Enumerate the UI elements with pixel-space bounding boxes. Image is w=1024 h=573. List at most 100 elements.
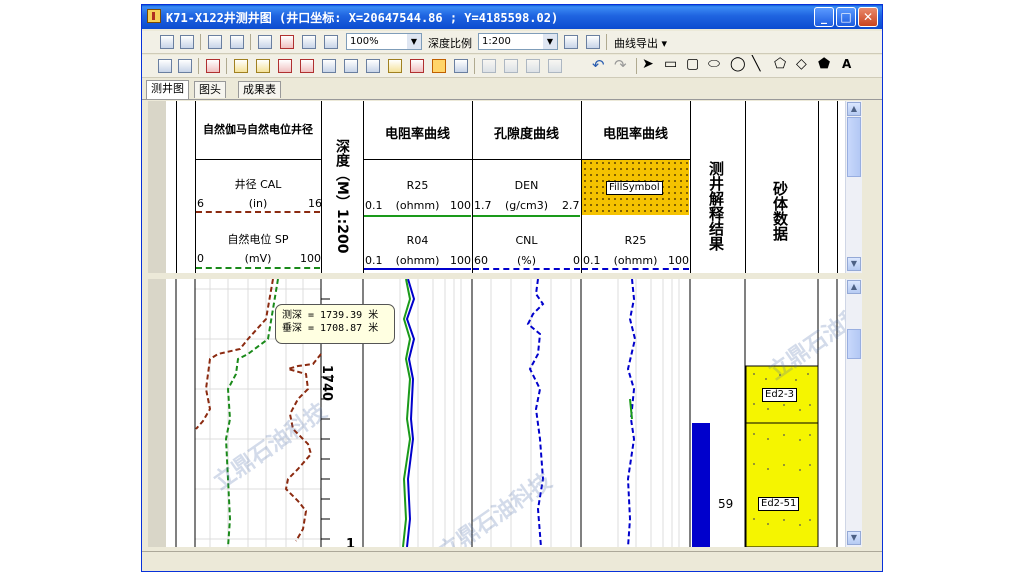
sp-name: 自然电位 SP <box>227 233 289 246</box>
toolbar-separator <box>200 34 201 50</box>
cal-unit: (in) <box>248 197 268 210</box>
header-scrollbar[interactable]: ▲ ▼ <box>845 101 862 273</box>
pointer-icon[interactable]: ➤ <box>642 56 654 72</box>
copy-icon[interactable] <box>504 59 518 73</box>
table-icon[interactable] <box>178 59 192 73</box>
scroll-thumb[interactable] <box>847 329 861 359</box>
print-preview-icon[interactable] <box>208 35 222 49</box>
paste-icon[interactable] <box>526 59 540 73</box>
curve-shape-icon[interactable]: ◇ <box>796 56 807 72</box>
fit-page-icon[interactable] <box>324 35 338 49</box>
tab-header[interactable]: 图头 <box>194 81 226 98</box>
track7-title: 砂体数据 <box>771 181 789 241</box>
undo-icon[interactable]: ↶ <box>592 56 605 74</box>
cut-icon[interactable] <box>482 59 496 73</box>
insert-track-icon[interactable] <box>280 35 294 49</box>
curve-export-menu[interactable]: 曲线导出 ▾ <box>614 35 667 51</box>
interp-value: 59 <box>718 497 734 511</box>
r25b-max: 100 <box>668 254 689 267</box>
chart-icon[interactable] <box>564 35 578 49</box>
scroll-up-icon[interactable]: ▲ <box>847 102 861 116</box>
body-scrollbar[interactable]: ▲ ▼ <box>845 279 862 547</box>
tooltip-measured-depth: 测深 = 1739.39 米 <box>282 310 379 321</box>
curve-track-icon[interactable] <box>234 59 248 73</box>
r25-legend-line <box>364 215 471 217</box>
track4-title: 孔隙度曲线 <box>493 127 559 142</box>
toolbar-separator <box>474 58 475 74</box>
minimize-button[interactable]: _ <box>814 7 834 27</box>
polygon-icon[interactable]: ⬠ <box>774 56 786 72</box>
maximize-button[interactable]: □ <box>836 7 856 27</box>
line-icon[interactable]: ╲ <box>752 56 760 72</box>
cal-legend-line <box>196 211 320 213</box>
text-icon[interactable]: A <box>842 57 851 71</box>
window-title: K71-X122井测井图 (井口坐标: X=20647544.86 ; Y=41… <box>166 11 559 25</box>
cal-name: 井径 CAL <box>234 178 282 191</box>
den-max: 2.7 <box>562 199 580 212</box>
fill-symbol-label: FillSymbol <box>606 181 663 195</box>
toolbar-separator <box>636 58 637 74</box>
lith-track-icon[interactable] <box>278 59 292 73</box>
sand-label-1: Ed2-3 <box>762 388 797 402</box>
toolbar-separator <box>226 58 227 74</box>
scroll-thumb[interactable] <box>847 117 861 177</box>
move-icon[interactable] <box>302 35 316 49</box>
ellipse-icon[interactable]: ⬭ <box>708 56 720 72</box>
zoom-value: 100% <box>350 36 379 47</box>
r25b-legend-line <box>582 268 689 270</box>
chevron-down-icon: ▼ <box>543 34 557 49</box>
zoom-select[interactable]: 100% ▼ <box>346 33 422 50</box>
depth-mark-partial: 1 <box>346 537 356 547</box>
close-button[interactable]: ✕ <box>858 7 878 27</box>
delete-icon[interactable] <box>548 59 562 73</box>
scroll-down-icon[interactable]: ▼ <box>847 257 861 271</box>
track3-title: 电阻率曲线 <box>384 127 450 142</box>
scroll-down-icon[interactable]: ▼ <box>847 531 861 545</box>
redo-icon[interactable]: ↷ <box>614 56 627 74</box>
r04-max: 100 <box>450 254 471 267</box>
left-gutter <box>148 101 166 273</box>
camera-icon[interactable] <box>160 35 174 49</box>
tooltip-vertical-depth: 垂深 = 1708.87 米 <box>282 323 379 334</box>
screen-capture-icon[interactable] <box>180 35 194 49</box>
rounded-rect-icon[interactable]: ▢ <box>686 56 699 72</box>
depth-scale-select[interactable]: 1:200 ▼ <box>478 33 558 50</box>
image-track-icon[interactable] <box>322 59 336 73</box>
title-bar[interactable]: K71-X122井测井图 (井口坐标: X=20647544.86 ; Y=41… <box>142 5 882 29</box>
freeform-icon[interactable]: ⬟ <box>818 56 830 72</box>
chevron-down-icon: ▼ <box>407 34 421 49</box>
tab-log-chart[interactable]: 测井图 <box>146 80 189 99</box>
interp-bar <box>692 423 710 547</box>
r25-name: R25 <box>406 179 429 192</box>
grid-icon[interactable] <box>158 59 172 73</box>
select-tool-icon[interactable] <box>454 59 468 73</box>
r25b-name: R25 <box>624 234 647 247</box>
track5-title: 电阻率曲线 <box>602 127 668 142</box>
text-tool-icon[interactable] <box>432 59 446 73</box>
picture-icon[interactable] <box>388 59 402 73</box>
sand-label-2: Ed2-51 <box>758 497 800 511</box>
track6-title: 测井解释结果 <box>707 161 725 251</box>
toolbar-separator <box>198 58 199 74</box>
sp-legend-line <box>196 267 320 269</box>
flag-track-icon[interactable] <box>256 59 270 73</box>
scroll-up-icon[interactable]: ▲ <box>847 280 861 294</box>
color-track-icon[interactable] <box>344 59 358 73</box>
rectangle-icon[interactable]: ▭ <box>664 56 677 72</box>
cnl-name: CNL <box>515 234 538 247</box>
print-icon[interactable] <box>230 35 244 49</box>
tab-result-table[interactable]: 成果表 <box>238 81 281 98</box>
status-bar <box>142 551 882 571</box>
photo-track-icon[interactable] <box>366 59 380 73</box>
sand-body-2 <box>745 422 819 547</box>
target-icon[interactable] <box>410 59 424 73</box>
depth-scale-label: 深度比例 <box>428 37 472 50</box>
app-window: K71-X122井测井图 (井口坐标: X=20647544.86 ; Y=41… <box>141 4 883 572</box>
curve-chart-icon[interactable] <box>586 35 600 49</box>
circle-icon[interactable]: ◯ <box>730 56 746 72</box>
red-track-icon[interactable] <box>206 59 220 73</box>
fill-track-icon[interactable] <box>300 59 314 73</box>
edit-icon[interactable] <box>258 35 272 49</box>
toolbar-tools: ↶ ↷ ➤ ▭ ▢ ⬭ ◯ ╲ ⬠ ◇ ⬟ A <box>142 55 882 78</box>
cnl-max: 0 <box>573 254 580 267</box>
